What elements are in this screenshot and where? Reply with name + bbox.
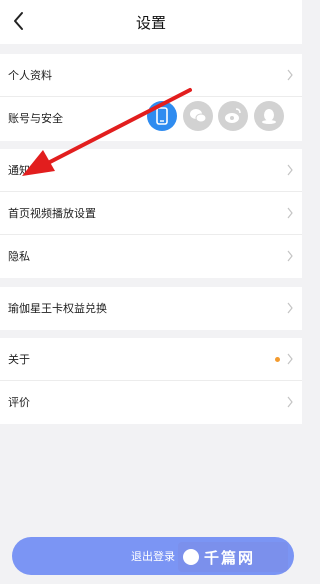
chevron-right-icon: [287, 164, 293, 176]
row-video-playback[interactable]: 首页视频播放设置: [0, 192, 302, 235]
watermark-text: 千篇网: [204, 549, 256, 567]
row-label: 通知: [8, 164, 30, 177]
weibo-icon: [218, 101, 248, 131]
watermark-logo-icon: [183, 549, 199, 565]
row-yoga-card-redeem[interactable]: 瑜伽星王卡权益兑换: [0, 287, 302, 330]
top-bar: 设置: [0, 0, 302, 44]
page-title: 设置: [135, 14, 166, 32]
qq-icon: [254, 101, 284, 131]
new-indicator-dot: [275, 357, 280, 362]
chevron-right-icon: [287, 302, 293, 314]
row-notifications[interactable]: 通知: [0, 149, 302, 192]
row-label: 瑜伽星王卡权益兑换: [8, 302, 107, 315]
row-label: 个人资料: [8, 69, 52, 82]
settings-group-card: 瑜伽星王卡权益兑换: [0, 287, 302, 330]
chevron-right-icon: [287, 250, 293, 262]
row-label: 账号与安全: [8, 112, 63, 125]
row-label: 评价: [8, 396, 30, 409]
settings-group-general: 通知 首页视频播放设置 隐私: [0, 149, 302, 278]
chevron-right-icon: [287, 69, 293, 81]
settings-group-about: 关于 评价: [0, 338, 302, 424]
row-label: 隐私: [8, 250, 30, 263]
row-label: 关于: [8, 353, 30, 366]
row-label: 首页视频播放设置: [8, 207, 96, 220]
settings-group-account: 个人资料 账号与安全: [0, 54, 302, 141]
chevron-right-icon: [287, 353, 293, 365]
wechat-icon: [183, 101, 213, 131]
chevron-right-icon: [287, 207, 293, 219]
chevron-right-icon: [287, 396, 293, 408]
row-personal-info[interactable]: 个人资料: [0, 54, 302, 97]
watermark: 千篇网: [178, 542, 288, 572]
row-account-security[interactable]: 账号与安全: [0, 97, 302, 141]
row-rate[interactable]: 评价: [0, 381, 302, 424]
row-about[interactable]: 关于: [0, 338, 302, 381]
phone-icon: [147, 101, 177, 131]
row-privacy[interactable]: 隐私: [0, 235, 302, 278]
